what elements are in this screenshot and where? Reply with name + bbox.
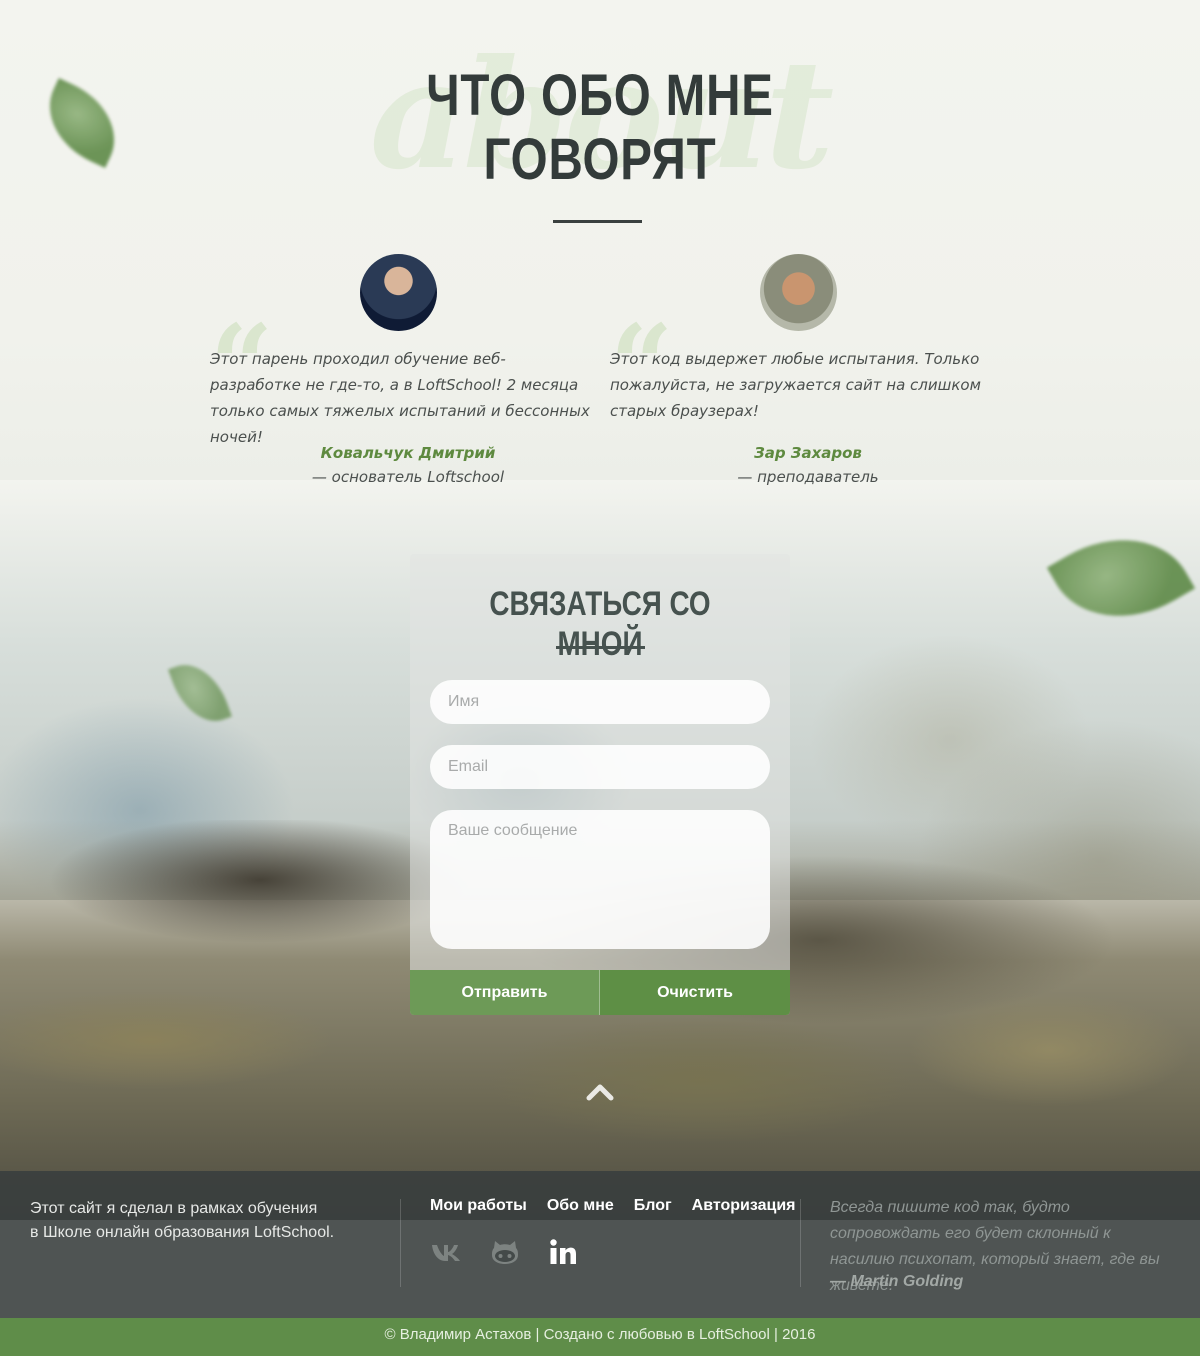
title-underline: [553, 220, 642, 223]
review-author: Ковальчук Дмитрий: [320, 444, 496, 462]
name-input[interactable]: [430, 680, 770, 724]
footer-about-line-2: в Школе онлайн образования LoftSchool.: [30, 1224, 335, 1241]
send-button[interactable]: Отправить: [410, 970, 600, 1015]
review-position: — основатель Loftschool: [311, 468, 505, 486]
message-textarea[interactable]: [430, 810, 770, 949]
email-input[interactable]: [430, 745, 770, 789]
footer-divider: [800, 1199, 801, 1287]
footer: Этот сайт я сделал в рамках обучения в Ш…: [0, 1171, 1200, 1318]
review-position: — преподаватель: [737, 468, 879, 486]
footer-about-line-1: Этот сайт я сделал в рамках обучения: [30, 1200, 318, 1217]
footer-nav: Мои работы Обо мне Блог Авторизация: [430, 1197, 796, 1215]
footer-nav-blog[interactable]: Блог: [634, 1197, 672, 1215]
copyright: © Владимир Астахов | Создано с любовью в…: [0, 1318, 1200, 1356]
clear-button[interactable]: Очистить: [600, 970, 790, 1015]
footer-nav-works[interactable]: Мои работы: [430, 1197, 527, 1215]
page-title: ЧТО ОБО МНЕ ГОВОРЯТ: [354, 64, 846, 192]
footer-nav-about[interactable]: Обо мне: [547, 1197, 614, 1215]
review-text: Этот код выдержет любые испытания. Тольк…: [610, 350, 981, 420]
linkedin-icon[interactable]: [546, 1237, 580, 1267]
contact-title: СВЯЗАТЬСЯ СО МНОЙ: [489, 585, 711, 663]
avatar: [760, 254, 837, 331]
github-icon[interactable]: [488, 1237, 522, 1267]
contact-title-underline: [556, 646, 645, 649]
title-line-2: ГОВОРЯТ: [483, 127, 717, 192]
title-line-1: ЧТО ОБО МНЕ: [426, 63, 774, 128]
footer-about: Этот сайт я сделал в рамках обучения в Ш…: [30, 1197, 370, 1245]
footer-nav-auth[interactable]: Авторизация: [692, 1197, 796, 1215]
review-author: Зар Захаров: [754, 444, 862, 462]
footer-quote-author: — Martin Golding: [830, 1273, 964, 1290]
vk-icon[interactable]: [430, 1237, 464, 1267]
contact-form: СВЯЗАТЬСЯ СО МНОЙ Отправить Очистить: [410, 554, 790, 1015]
footer-divider: [400, 1199, 401, 1287]
review-text: Этот парень проходил обучение веб-разраб…: [210, 350, 590, 446]
avatar: [360, 254, 437, 331]
scroll-up-icon[interactable]: [586, 1082, 614, 1102]
social-links: [430, 1237, 580, 1267]
